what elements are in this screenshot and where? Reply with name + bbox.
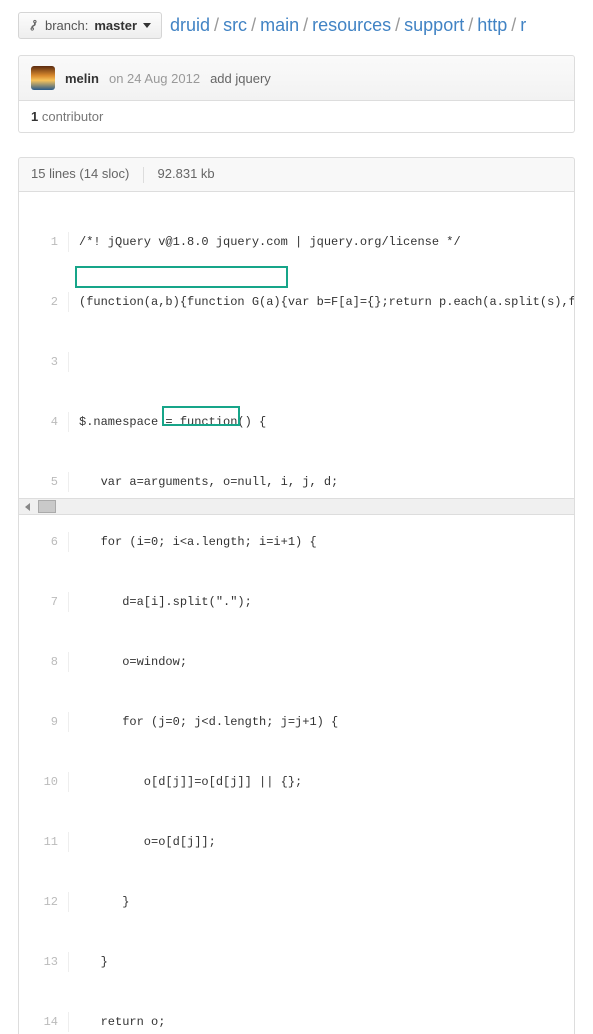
breadcrumb-link[interactable]: support: [404, 15, 464, 35]
breadcrumb: druid/src/main/resources/support/http/r: [170, 15, 526, 36]
branch-selector-button[interactable]: branch: master: [18, 12, 162, 39]
chevron-down-icon: [143, 23, 151, 28]
commit-author[interactable]: melin: [65, 71, 99, 86]
scroll-left-arrow-icon[interactable]: [19, 499, 36, 514]
horizontal-scrollbar[interactable]: [18, 498, 575, 515]
breadcrumb-link[interactable]: resources: [312, 15, 391, 35]
code-viewer: 1/*! jQuery v@1.8.0 jquery.com | jquery.…: [18, 192, 575, 1034]
line-number: 13: [19, 952, 69, 972]
commit-header: melin on 24 Aug 2012 add jquery: [18, 55, 575, 101]
git-branch-icon: [29, 19, 39, 33]
contributors-box: 1 contributor: [18, 101, 575, 133]
branch-prefix: branch:: [45, 18, 88, 33]
line-number: 5: [19, 472, 69, 492]
code-line: o[d[j]]=o[d[j]] || {};: [69, 772, 574, 792]
line-number: 3: [19, 352, 69, 372]
code-line: for (j=0; j<d.length; j=j+1) {: [69, 712, 574, 732]
line-number: 11: [19, 832, 69, 852]
code-line: }: [69, 892, 574, 912]
code-line: return o;: [69, 1012, 574, 1032]
line-number: 2: [19, 292, 69, 312]
line-number: 8: [19, 652, 69, 672]
contributors-count: 1: [31, 109, 38, 124]
file-size: 92.831 kb: [158, 166, 215, 181]
code-line: d=a[i].split(".");: [69, 592, 574, 612]
commit-timestamp: on 24 Aug 2012: [109, 71, 200, 86]
avatar: [31, 66, 55, 90]
code-line: /*! jQuery v@1.8.0 jquery.com | jquery.o…: [69, 232, 574, 252]
breadcrumb-link[interactable]: src: [223, 15, 247, 35]
breadcrumb-link[interactable]: r: [520, 15, 526, 35]
file-lines: 15 lines (14 sloc): [31, 166, 129, 181]
code-line: (function(a,b){function G(a){var b=F[a]=…: [69, 292, 575, 312]
scrollbar-thumb[interactable]: [38, 500, 56, 513]
code-line: }: [69, 952, 574, 972]
line-number: 1: [19, 232, 69, 252]
code-line: $.namespace = function() {: [69, 412, 574, 432]
contributors-label: contributor: [42, 109, 103, 124]
code-line: var a=arguments, o=null, i, j, d;: [69, 472, 574, 492]
divider: [143, 167, 144, 183]
line-number: 6: [19, 532, 69, 552]
breadcrumb-link[interactable]: http: [477, 15, 507, 35]
code-line: o=o[d[j]];: [69, 832, 574, 852]
line-number: 14: [19, 1012, 69, 1032]
line-number: 7: [19, 592, 69, 612]
commit-message: add jquery: [210, 71, 271, 86]
code-line: o=window;: [69, 652, 574, 672]
code-line: [69, 352, 574, 372]
line-number: 12: [19, 892, 69, 912]
line-number: 4: [19, 412, 69, 432]
line-number: 9: [19, 712, 69, 732]
breadcrumb-link[interactable]: druid: [170, 15, 210, 35]
branch-name: master: [94, 18, 137, 33]
line-number: 10: [19, 772, 69, 792]
file-info-bar: 15 lines (14 sloc) 92.831 kb: [18, 157, 575, 192]
code-line: for (i=0; i<a.length; i=i+1) {: [69, 532, 574, 552]
breadcrumb-link[interactable]: main: [260, 15, 299, 35]
